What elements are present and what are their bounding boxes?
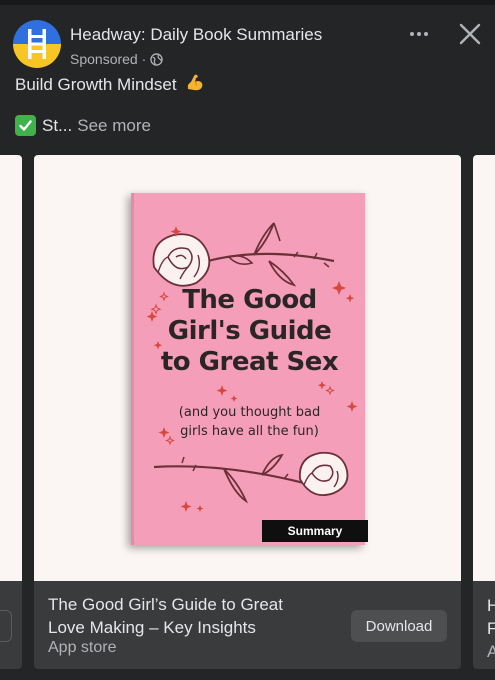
sponsored-row: Sponsored · bbox=[70, 51, 164, 67]
carousel-card-main[interactable]: The Good Girl's Guide to Great Sex (and … bbox=[34, 155, 461, 669]
next-card-headline-peek: H bbox=[487, 596, 495, 615]
book-cover: The Good Girl's Guide to Great Sex (and … bbox=[131, 193, 368, 545]
book-subtitle-line: (and you thought bad bbox=[178, 405, 321, 420]
previous-card-cta-button[interactable] bbox=[0, 610, 12, 642]
book-title-line: to Great Sex bbox=[160, 347, 339, 377]
carousel-card-previous[interactable] bbox=[0, 155, 22, 669]
close-icon[interactable] bbox=[456, 20, 484, 48]
summary-badge: Summary bbox=[262, 520, 368, 542]
book-subtitle-line: girls have all the fun) bbox=[180, 424, 319, 439]
check-mark-icon bbox=[15, 115, 36, 136]
ladder-icon bbox=[13, 20, 61, 68]
ad-carousel[interactable]: The Good Girl's Guide to Great Sex (and … bbox=[0, 155, 495, 670]
flexed-biceps-icon bbox=[188, 74, 203, 91]
top-status-strip bbox=[0, 0, 495, 5]
ad-header: Headway: Daily Book Summaries Sponsored … bbox=[0, 18, 495, 70]
card-headline[interactable]: The Good Girl’s Guide to Great Love Maki… bbox=[48, 593, 318, 639]
next-card-source-peek: A bbox=[487, 642, 495, 661]
book-title-line: The Good bbox=[182, 285, 317, 315]
ad-secondary-text: St... See more bbox=[15, 115, 151, 136]
advertiser-avatar[interactable] bbox=[13, 20, 61, 68]
next-card-image bbox=[473, 155, 495, 581]
next-card-info: H F A bbox=[487, 594, 495, 663]
more-options-icon[interactable] bbox=[404, 24, 434, 44]
card-image[interactable]: The Good Girl's Guide to Great Sex (and … bbox=[34, 155, 461, 581]
book-title: The Good Girl's Guide to Great Sex bbox=[134, 285, 365, 378]
advertiser-name[interactable]: Headway: Daily Book Summaries bbox=[70, 25, 322, 45]
truncated-text: St... bbox=[42, 115, 73, 135]
sponsored-label: Sponsored · bbox=[70, 51, 147, 67]
globe-icon bbox=[150, 52, 164, 66]
book-subtitle: (and you thought bad girls have all the … bbox=[134, 403, 365, 441]
see-more-link[interactable]: See more bbox=[77, 116, 151, 136]
card-info[interactable]: The Good Girl’s Guide to Great Love Maki… bbox=[34, 581, 461, 669]
download-button[interactable]: Download bbox=[351, 610, 447, 642]
ad-primary-text: Build Growth Mindset bbox=[15, 73, 205, 95]
previous-card-image bbox=[0, 155, 22, 581]
book-title-line: Girl's Guide bbox=[167, 316, 332, 346]
next-card-headline-peek: F bbox=[487, 619, 495, 638]
primary-text-label: Build Growth Mindset bbox=[15, 75, 177, 94]
card-source: App store bbox=[48, 639, 117, 656]
carousel-card-next[interactable]: H F A bbox=[473, 155, 495, 669]
